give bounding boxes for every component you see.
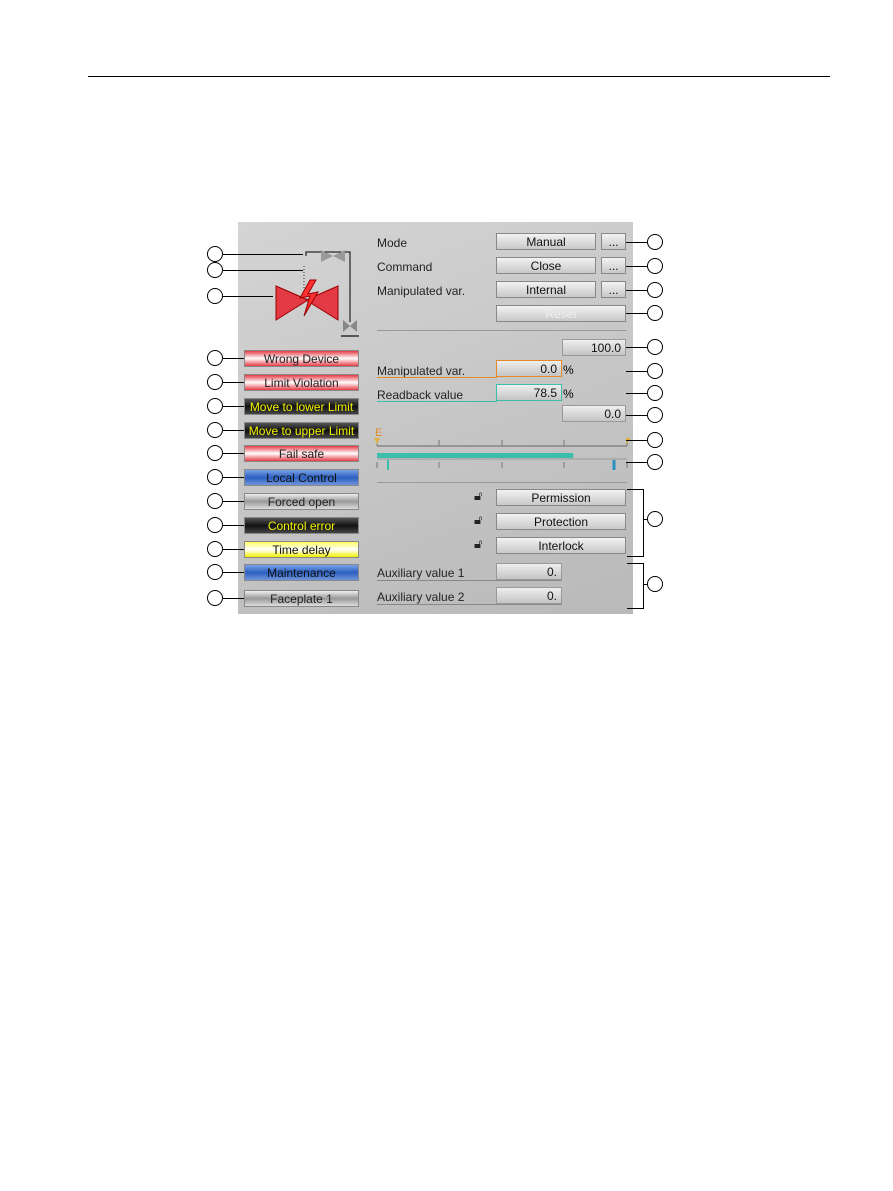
callout-line	[223, 549, 244, 550]
callout	[647, 305, 663, 321]
callout	[647, 432, 663, 448]
callout-line	[223, 406, 244, 407]
callout	[207, 469, 223, 485]
callout-line	[223, 477, 244, 478]
callout	[207, 445, 223, 461]
move-lower-limit-button[interactable]: Move to lower Limit	[244, 398, 359, 415]
callout-line	[626, 242, 647, 243]
bar-graph	[374, 438, 630, 470]
aux2-value: 0.	[496, 587, 562, 604]
callout	[647, 454, 663, 470]
wrong-device-button[interactable]: Wrong Device	[244, 350, 359, 367]
callout-line	[223, 501, 244, 502]
mode-more-button[interactable]: ...	[601, 233, 626, 250]
callout	[647, 282, 663, 298]
interlock-button[interactable]: Interlock	[496, 537, 626, 554]
manip-more-button[interactable]: ...	[601, 281, 626, 298]
callout-line	[626, 393, 647, 394]
high-limit-value[interactable]: 100.0	[562, 339, 626, 356]
callout-line	[223, 358, 244, 359]
callout	[647, 258, 663, 274]
callout-line	[626, 415, 647, 416]
callout	[647, 385, 663, 401]
low-limit-value[interactable]: 0.0	[562, 405, 626, 422]
manip-source-button[interactable]: Internal	[496, 281, 596, 298]
callout-line	[626, 371, 647, 372]
command-button[interactable]: Close	[496, 257, 596, 274]
move-upper-limit-button[interactable]: Move to upper Limit	[244, 422, 359, 439]
header-rule	[88, 76, 830, 77]
callout-line	[223, 453, 244, 454]
callout	[207, 288, 223, 304]
readback-label: Readback value	[377, 388, 464, 402]
aux2-label: Auxiliary value 2	[377, 590, 465, 604]
manip-value[interactable]: 0.0	[496, 360, 562, 377]
callout-line	[223, 572, 244, 573]
callout	[207, 374, 223, 390]
command-more-button[interactable]: ...	[601, 257, 626, 274]
position-valve-icon	[343, 320, 350, 332]
callout-line	[626, 347, 647, 348]
callout	[647, 363, 663, 379]
readback-unit: %	[563, 387, 574, 401]
callout	[207, 398, 223, 414]
callout	[207, 590, 223, 606]
local-control-button[interactable]: Local Control	[244, 469, 359, 486]
callout	[207, 564, 223, 580]
manip-unit: %	[563, 363, 574, 377]
bracket	[627, 489, 644, 557]
reset-button[interactable]: Reset	[496, 305, 626, 322]
unlock-icon: 🔓︎	[474, 536, 483, 551]
callout-line	[626, 440, 647, 441]
valve-symbols	[275, 250, 359, 337]
forced-open-button[interactable]: Forced open	[244, 493, 359, 510]
aux1-label: Auxiliary value 1	[377, 566, 465, 580]
readback-bar	[377, 453, 574, 458]
callout	[207, 246, 223, 262]
unlock-icon: 🔓︎	[474, 488, 483, 503]
callout-line	[626, 462, 647, 463]
callout-line	[223, 598, 244, 599]
mode-button[interactable]: Manual	[496, 233, 596, 250]
callout-line	[643, 584, 647, 585]
maintenance-button[interactable]: Maintenance	[244, 564, 359, 581]
callout	[207, 350, 223, 366]
callout-line	[626, 290, 647, 291]
callout	[647, 576, 663, 592]
callout	[207, 262, 223, 278]
callout	[647, 234, 663, 250]
callout	[207, 541, 223, 557]
control-error-button[interactable]: Control error	[244, 517, 359, 534]
command-label: Command	[377, 260, 433, 274]
manip-label: Manipulated var.	[377, 364, 466, 378]
callout-line	[223, 430, 244, 431]
callout-line	[223, 525, 244, 526]
callout	[207, 422, 223, 438]
callout	[647, 339, 663, 355]
callout-line	[626, 313, 647, 314]
protection-button[interactable]: Protection	[496, 513, 626, 530]
callout	[647, 407, 663, 423]
callout-line	[626, 266, 647, 267]
bracket	[627, 563, 644, 609]
mode-label: Mode	[377, 236, 408, 250]
callout	[647, 511, 663, 527]
callout-line	[223, 382, 244, 383]
manip-source-label: Manipulated var.	[377, 284, 466, 298]
callout-line	[643, 519, 647, 520]
main-valve-icon	[275, 285, 310, 321]
limit-violation-button[interactable]: Limit Violation	[244, 374, 359, 391]
aux1-value: 0.	[496, 563, 562, 580]
readback-value: 78.5	[496, 384, 562, 401]
faceplate-button[interactable]: Faceplate 1	[244, 590, 359, 607]
callout	[207, 493, 223, 509]
document-page: Wrong Device Limit Violation Move to low…	[0, 0, 893, 1191]
unlock-icon: 🔓︎	[474, 512, 483, 527]
time-delay-button[interactable]: Time delay	[244, 541, 359, 558]
callout	[207, 517, 223, 533]
fail-safe-button[interactable]: Fail safe	[244, 445, 359, 462]
permission-button[interactable]: Permission	[496, 489, 626, 506]
